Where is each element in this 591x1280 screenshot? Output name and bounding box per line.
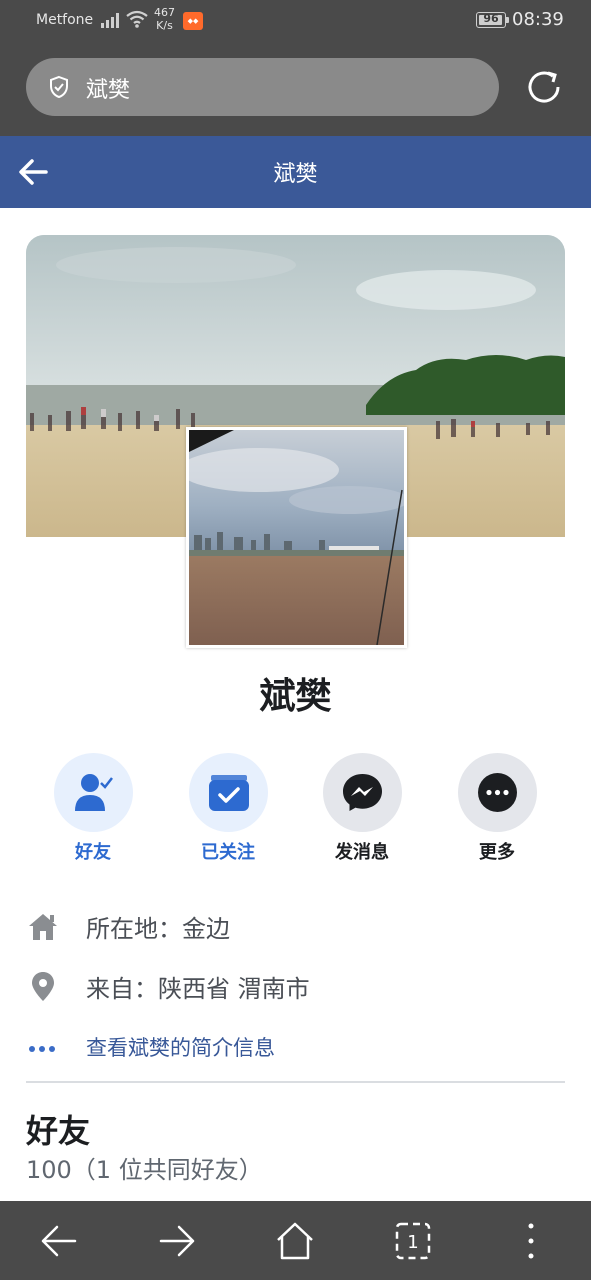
notification-app-icon: ◆◆ [183,12,203,30]
battery-icon: 96 [476,12,509,28]
back-icon[interactable] [37,1219,81,1263]
shield-icon [50,75,68,99]
ellipsis-icon [29,1046,55,1052]
following-button-label: 已关注 [201,842,255,863]
more-dots-icon [477,773,517,812]
location-pin-icon [32,972,54,1001]
about-link-text[interactable]: 查看斌樊的简介信息 [86,1032,275,1062]
friend-check-icon [74,774,113,811]
net-speed: 467 K/s [154,6,175,32]
home-icon [29,914,57,940]
net-speed-value: 467 [154,6,175,19]
hometown-text: 来自：陕西省 渭南市 [86,975,310,1003]
status-bar: Metfone 467 K/s ◆◆ 96 08:39 [0,0,591,44]
battery-level: 96 [483,12,499,25]
signal-icon [101,13,119,28]
message-button[interactable]: 发消息 [322,753,402,864]
wifi-icon [126,10,148,28]
friends-section-title: 好友 [26,1112,91,1150]
friend-button-circle[interactable] [53,753,133,832]
more-button[interactable]: 更多 [457,753,537,864]
address-bar[interactable]: 斌樊 [26,58,499,116]
message-button-label: 发消息 [335,842,389,863]
page-header: 斌樊 [0,136,591,208]
profile-picture[interactable] [186,427,407,648]
forward-icon[interactable] [155,1219,199,1263]
following-check-icon [208,775,249,811]
net-speed-unit: K/s [156,19,173,32]
page-title: 斌樊 [273,162,318,187]
friend-button[interactable]: 好友 [53,753,133,864]
more-button-circle[interactable] [457,753,537,832]
friends-count: 100（1 位共同好友） [26,1156,263,1184]
friend-button-label: 好友 [75,842,111,863]
following-button-circle[interactable] [188,753,268,832]
section-divider [26,1081,565,1083]
tabs-count-icon[interactable]: 1 [391,1219,435,1263]
river-profile-image [189,430,404,645]
reload-icon[interactable] [524,67,564,107]
clock: 08:39 [512,9,564,30]
svg-text:1: 1 [407,1232,418,1253]
profile-name: 斌樊 [259,676,332,717]
browser-bottom-toolbar: 1 [0,1201,591,1280]
more-button-label: 更多 [479,842,515,863]
address-text[interactable]: 斌樊 [86,72,130,104]
location-text: 所在地：金边 [86,915,230,943]
message-button-circle[interactable] [322,753,402,832]
home-nav-icon[interactable] [273,1219,317,1263]
carrier-name: Metfone [36,12,94,28]
browser-chrome: Metfone 467 K/s ◆◆ 96 08:39 斌樊 [0,0,591,136]
menu-dots-icon[interactable] [509,1219,553,1263]
messenger-icon [342,774,382,811]
following-button[interactable]: 已关注 [188,753,268,864]
